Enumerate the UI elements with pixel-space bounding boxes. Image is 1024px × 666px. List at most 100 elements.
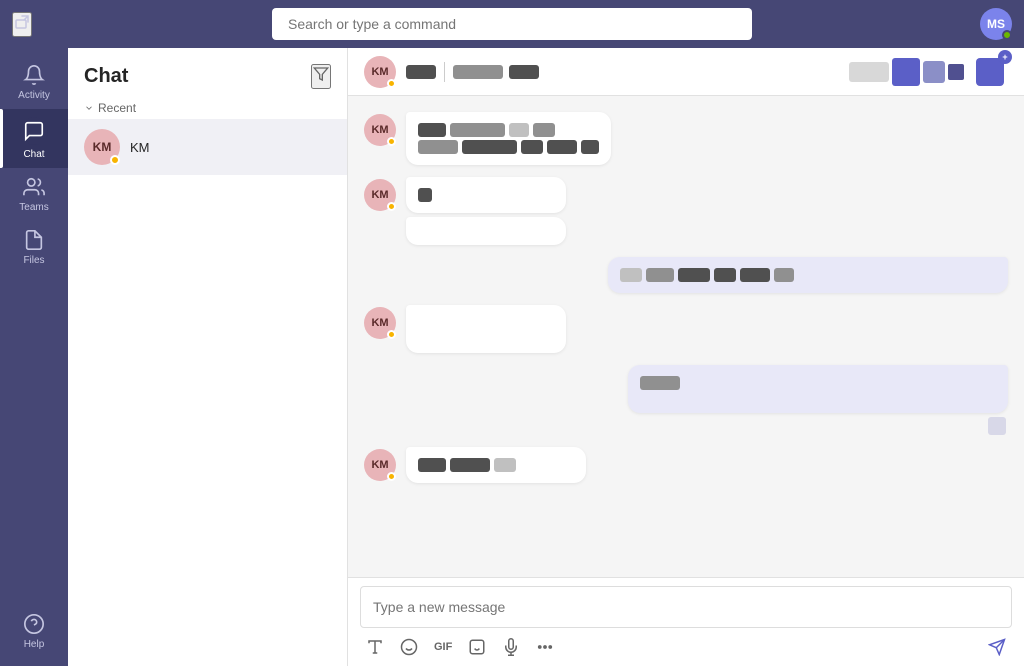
audio-button[interactable] bbox=[496, 634, 526, 660]
compose-toolbar: GIF bbox=[360, 632, 1012, 662]
search-input[interactable] bbox=[272, 8, 752, 40]
sidebar: Activity Chat Teams bbox=[0, 48, 68, 666]
chat-icon-bg bbox=[20, 117, 48, 145]
message-content bbox=[406, 177, 566, 245]
chat-list-title: Chat bbox=[84, 65, 128, 88]
blurred-block bbox=[418, 140, 458, 154]
notification-badge: + bbox=[998, 50, 1012, 64]
msg-avatar-status bbox=[387, 472, 396, 481]
outgoing-avatar-small bbox=[988, 417, 1006, 435]
message-content bbox=[406, 305, 566, 353]
msg-avatar-status bbox=[387, 137, 396, 146]
sidebar-item-chat[interactable]: Chat bbox=[0, 109, 68, 168]
message-avatar: KM bbox=[364, 449, 396, 481]
chat-header-initials: KM bbox=[371, 66, 388, 78]
message-bubble-outgoing bbox=[628, 365, 1008, 413]
filter-icon bbox=[313, 66, 329, 82]
chat-header-actions: + bbox=[849, 54, 1008, 90]
chat-item-name: KM bbox=[130, 140, 331, 155]
message-avatar: KM bbox=[364, 114, 396, 146]
sticker-button[interactable] bbox=[462, 634, 492, 660]
chat-header: KM bbox=[348, 48, 1024, 96]
blurred-line bbox=[418, 458, 574, 472]
message-bubble bbox=[406, 112, 611, 165]
message-group: KM bbox=[364, 305, 1008, 353]
blurred-block bbox=[849, 62, 889, 82]
compose-input-wrapper[interactable] bbox=[360, 586, 1012, 628]
message-group-outgoing bbox=[364, 257, 1008, 293]
avatar[interactable]: MS bbox=[980, 8, 1012, 40]
send-button[interactable] bbox=[982, 634, 1012, 660]
teams-icon bbox=[23, 176, 45, 198]
filter-button[interactable] bbox=[311, 64, 331, 89]
blurred-block bbox=[418, 458, 446, 472]
message-avatar: KM bbox=[364, 179, 396, 211]
avatar-status-indicator bbox=[1002, 30, 1012, 40]
emoji-button[interactable] bbox=[394, 634, 424, 660]
sidebar-item-teams[interactable]: Teams bbox=[0, 168, 68, 221]
blurred-block bbox=[547, 140, 577, 154]
chat-area: KM bbox=[348, 48, 1024, 666]
blurred-block bbox=[418, 123, 446, 137]
chat-header-info bbox=[406, 62, 839, 82]
blurred-block bbox=[406, 65, 436, 79]
blurred-block bbox=[521, 140, 543, 154]
section-label-recent: Recent bbox=[98, 101, 136, 115]
compose-input[interactable] bbox=[373, 595, 999, 619]
chat-list-header: Chat bbox=[68, 48, 347, 97]
blurred-line bbox=[640, 376, 996, 390]
blurred-block bbox=[646, 268, 674, 282]
blurred-line bbox=[418, 188, 554, 202]
blurred-block bbox=[494, 458, 516, 472]
message-bubble bbox=[406, 447, 586, 483]
header-more-button[interactable]: + bbox=[972, 54, 1008, 90]
chat-item-avatar: KM bbox=[84, 129, 120, 165]
sidebar-item-help[interactable]: Help bbox=[0, 605, 68, 658]
bell-icon bbox=[23, 64, 45, 86]
chat-list-item[interactable]: KM KM bbox=[68, 119, 347, 175]
main-layout: Activity Chat Teams bbox=[0, 48, 1024, 666]
message-group: KM bbox=[364, 177, 1008, 245]
gif-button[interactable]: GIF bbox=[428, 637, 458, 657]
messages-area[interactable]: KM bbox=[348, 96, 1024, 577]
blurred-block bbox=[581, 140, 599, 154]
chevron-down-icon bbox=[84, 103, 94, 113]
help-icon bbox=[23, 613, 45, 635]
compose-area: GIF bbox=[348, 577, 1024, 666]
chat-header-avatar: KM bbox=[364, 56, 396, 88]
send-icon bbox=[988, 638, 1006, 656]
sidebar-label-activity: Activity bbox=[18, 90, 50, 101]
blurred-block bbox=[453, 65, 503, 79]
sidebar-label-teams: Teams bbox=[19, 202, 48, 213]
chat-list-panel: Chat Recent KM KM bbox=[68, 48, 348, 666]
message-group-outgoing bbox=[364, 365, 1008, 435]
blurred-line bbox=[418, 140, 599, 154]
format-button[interactable] bbox=[360, 634, 390, 660]
blurred-block bbox=[948, 64, 964, 80]
blurred-block bbox=[509, 123, 529, 137]
chat-section-recent[interactable]: Recent bbox=[68, 97, 347, 119]
message-content bbox=[406, 447, 586, 483]
message-bubble-outgoing bbox=[608, 257, 1008, 293]
message-group: KM bbox=[364, 447, 1008, 483]
message-bubble bbox=[406, 305, 566, 353]
sidebar-item-activity[interactable]: Activity bbox=[0, 56, 68, 109]
message-content bbox=[406, 112, 611, 165]
topbar: MS bbox=[0, 0, 1024, 48]
blurred-block bbox=[774, 268, 794, 282]
message-avatar: KM bbox=[364, 307, 396, 339]
sidebar-bottom: Help bbox=[0, 605, 68, 658]
msg-avatar-status bbox=[387, 330, 396, 339]
avatar-initials: MS bbox=[987, 17, 1005, 31]
sidebar-item-files[interactable]: Files bbox=[0, 221, 68, 274]
message-group: KM bbox=[364, 112, 1008, 165]
blurred-block bbox=[892, 58, 920, 86]
more-button[interactable] bbox=[530, 634, 560, 660]
external-link-icon[interactable] bbox=[12, 12, 32, 37]
message-content bbox=[608, 257, 1008, 293]
blurred-block bbox=[450, 123, 505, 137]
files-icon bbox=[23, 229, 45, 251]
blurred-block bbox=[462, 140, 517, 154]
blurred-block bbox=[740, 268, 770, 282]
chat-icon bbox=[23, 120, 45, 142]
